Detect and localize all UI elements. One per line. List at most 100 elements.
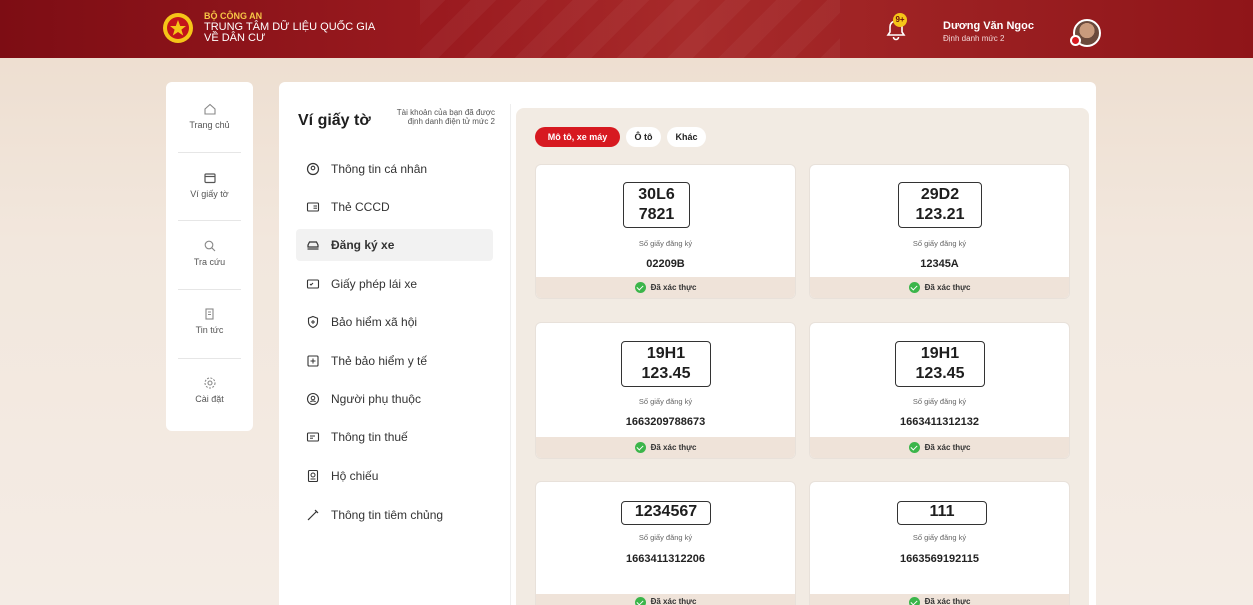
menu-item-label: Hộ chiếu bbox=[331, 469, 379, 483]
registration-label: Số giấy đăng ký bbox=[638, 533, 693, 542]
registration-number: 1663209788673 bbox=[625, 416, 706, 428]
wallet-icon bbox=[203, 173, 216, 184]
menu-item-vehicle-registration[interactable]: Đăng ký xe bbox=[296, 229, 493, 261]
plate-line-1: 19H1 bbox=[920, 345, 960, 362]
rail-item-wallet[interactable]: Ví giấy tờ bbox=[166, 171, 253, 199]
rail-item-label: Tin tức bbox=[195, 325, 224, 335]
registration-number: 1663569192115 bbox=[900, 553, 979, 565]
menu-item-vaccination[interactable]: Thông tin tiêm chủng bbox=[296, 499, 493, 531]
registration-label: Số giấy đăng ký bbox=[912, 239, 967, 248]
vehicle-card[interactable]: 19H1 123.45 Số giấy đăng ký 166320978867… bbox=[535, 322, 796, 459]
menu-item-dependents[interactable]: Người phụ thuộc bbox=[296, 383, 493, 415]
gear-icon bbox=[203, 377, 216, 389]
shield-plus-icon bbox=[307, 315, 319, 329]
registration-label: Số giấy đăng ký bbox=[912, 397, 967, 406]
medical-card-icon bbox=[307, 355, 319, 367]
menu-item-label: Thẻ bảo hiểm y tế bbox=[331, 354, 428, 368]
menu-item-passport[interactable]: Hộ chiếu bbox=[296, 460, 493, 492]
check-circle-icon bbox=[634, 597, 646, 605]
license-plate: 1234567 bbox=[621, 501, 711, 525]
user-name: Dương Văn Ngọc bbox=[943, 20, 1034, 32]
home-icon bbox=[203, 103, 216, 115]
rail-divider bbox=[178, 220, 241, 221]
menu-item-tax-info[interactable]: Thông tin thuế bbox=[296, 421, 493, 453]
rail-item-label: Tra cứu bbox=[193, 257, 226, 267]
rail-item-news[interactable]: Tin tức bbox=[166, 307, 253, 335]
verified-status: Đã xác thực bbox=[810, 277, 1069, 298]
avatar-status-dot bbox=[1070, 35, 1081, 46]
filter-chip-car[interactable]: Ô tô bbox=[626, 127, 661, 147]
rail-divider bbox=[178, 152, 241, 153]
rail-divider bbox=[178, 289, 241, 290]
check-circle-icon bbox=[908, 597, 920, 605]
id-card-icon bbox=[306, 202, 320, 212]
filter-chip-other[interactable]: Khác bbox=[667, 127, 706, 147]
rail-item-label: Ví giấy tờ bbox=[190, 189, 229, 199]
verified-label: Đã xác thực bbox=[650, 283, 697, 292]
syringe-icon bbox=[307, 509, 319, 521]
tax-icon bbox=[306, 432, 320, 442]
menu-item-personal-info[interactable]: Thông tin cá nhân bbox=[296, 153, 493, 185]
menu-item-social-insurance[interactable]: Bảo hiểm xã hội bbox=[296, 306, 493, 338]
page-title: Ví giấy tờ bbox=[298, 112, 371, 129]
plate-line-2: 123.45 bbox=[641, 365, 691, 382]
registration-label: Số giấy đăng ký bbox=[638, 239, 693, 248]
plate-line-1: 1234567 bbox=[634, 503, 698, 520]
check-circle-icon bbox=[908, 442, 920, 453]
plate-line-1: 30L6 bbox=[638, 186, 675, 203]
dependents-icon bbox=[306, 392, 320, 406]
menu-item-label: Thông tin thuế bbox=[331, 430, 408, 444]
left-rail: Trang chủ Ví giấy tờ Tra cứu Tin tức Cài… bbox=[166, 82, 253, 431]
registration-label: Số giấy đăng ký bbox=[638, 397, 693, 406]
verified-label: Đã xác thực bbox=[924, 443, 971, 452]
verified-status: Đã xác thực bbox=[536, 594, 795, 605]
user-info[interactable]: Dương Văn Ngọc Định danh mức 2 bbox=[943, 20, 1034, 43]
plate-line-1: 19H1 bbox=[646, 345, 686, 362]
menu-item-label: Người phụ thuộc bbox=[331, 392, 421, 406]
filter-chip-motorbike[interactable]: Mô tô, xe máy bbox=[535, 127, 620, 147]
column-divider bbox=[510, 104, 511, 605]
license-icon bbox=[306, 279, 320, 289]
plate-line-1: 111 bbox=[929, 503, 955, 520]
identity-note: Tài khoản của bạn đã được định danh điện… bbox=[396, 108, 495, 126]
vehicle-card[interactable]: 19H1 123.45 Số giấy đăng ký 166341131213… bbox=[809, 322, 1070, 459]
rail-item-search[interactable]: Tra cứu bbox=[166, 239, 253, 267]
menu-item-label: Thông tin cá nhân bbox=[331, 162, 428, 176]
menu-item-driving-license[interactable]: Giấy phép lái xe bbox=[296, 268, 493, 300]
menu-item-cccd[interactable]: Thẻ CCCD bbox=[296, 191, 493, 223]
vehicle-card[interactable]: 30L6 7821 Số giấy đăng ký 02209B Đã xác … bbox=[535, 164, 796, 299]
plate-line-2: 7821 bbox=[638, 206, 675, 223]
menu-item-label: Giấy phép lái xe bbox=[331, 277, 418, 291]
rail-divider bbox=[178, 358, 241, 359]
registration-number: 12345A bbox=[920, 258, 959, 270]
vehicle-card[interactable]: 29D2 123.21 Số giấy đăng ký 12345A Đã xá… bbox=[809, 164, 1070, 299]
rail-item-settings[interactable]: Cài đặt bbox=[166, 376, 253, 404]
passport-icon bbox=[307, 469, 319, 483]
rail-item-label: Trang chủ bbox=[189, 120, 230, 130]
menu-item-label: Đăng ký xe bbox=[331, 238, 395, 252]
brand-text: BỘ CÔNG AN TRUNG TÂM DỮ LIỆU QUỐC GIA VỀ… bbox=[204, 11, 375, 44]
plate-line-2: 123.21 bbox=[915, 206, 965, 223]
notification-badge: 9+ bbox=[893, 13, 907, 27]
user-circle-icon bbox=[306, 162, 320, 176]
license-plate: 111 bbox=[897, 501, 987, 525]
verified-status: Đã xác thực bbox=[536, 437, 795, 458]
menu-item-health-insurance[interactable]: Thẻ bảo hiểm y tế bbox=[296, 345, 493, 377]
rail-item-home[interactable]: Trang chủ bbox=[166, 102, 253, 130]
vehicle-card[interactable]: 111 Số giấy đăng ký 1663569192115 Đã xác… bbox=[809, 481, 1070, 605]
license-plate: 30L6 7821 bbox=[623, 182, 690, 228]
vehicle-card[interactable]: 1234567 Số giấy đăng ký 1663411312206 Đã… bbox=[535, 481, 796, 605]
license-plate: 19H1 123.45 bbox=[621, 341, 711, 387]
news-icon bbox=[204, 308, 214, 320]
verified-label: Đã xác thực bbox=[924, 597, 971, 605]
verified-label: Đã xác thực bbox=[650, 443, 697, 452]
verified-status: Đã xác thực bbox=[810, 437, 1069, 458]
menu-item-label: Thẻ CCCD bbox=[331, 200, 390, 214]
menu-item-label: Bảo hiểm xã hội bbox=[331, 315, 418, 329]
registration-number: 02209B bbox=[646, 258, 685, 270]
check-circle-icon bbox=[908, 282, 920, 293]
user-level: Định danh mức 2 bbox=[943, 34, 1005, 43]
car-icon bbox=[307, 241, 319, 250]
verified-label: Đã xác thực bbox=[650, 597, 697, 605]
org-line-3: VỀ DÂN CƯ bbox=[204, 32, 266, 44]
